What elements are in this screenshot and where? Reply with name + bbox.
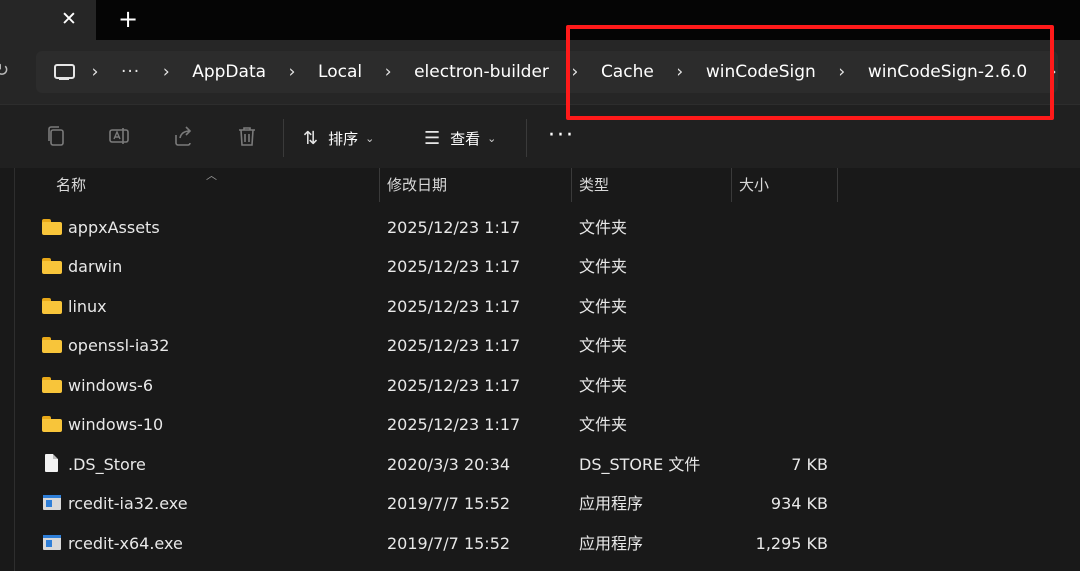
file-date: 2025/12/23 1:17: [387, 376, 521, 395]
delete-icon[interactable]: [236, 125, 258, 147]
chevron-right-icon[interactable]: ›: [146, 62, 186, 82]
chevron-right-icon[interactable]: ›: [75, 62, 115, 82]
sort-label: 排序: [328, 129, 359, 148]
column-header-name[interactable]: 名称: [56, 168, 86, 202]
column-resize-handle[interactable]: [731, 168, 732, 202]
file-name: .DS_Store: [68, 455, 146, 474]
folder-icon: [42, 337, 62, 353]
chevron-right-icon[interactable]: ›: [272, 62, 312, 82]
file-size: [736, 405, 828, 444]
view-label: 查看: [450, 129, 481, 148]
column-header-type[interactable]: 类型: [579, 168, 609, 202]
file-type: 文件夹: [579, 376, 628, 395]
new-tab-icon[interactable]: +: [116, 6, 140, 32]
file-row[interactable]: rcedit-ia32.exe 2019/7/7 15:52 应用程序 934 …: [0, 484, 1080, 523]
chevron-down-icon: ⌄: [365, 131, 375, 145]
breadcrumb-overflow[interactable]: ···: [115, 62, 146, 82]
view-list-icon: ☰: [424, 127, 441, 149]
file-date: 2019/7/7 15:52: [387, 534, 511, 553]
file-type: 文件夹: [579, 218, 628, 237]
column-resize-handle[interactable]: [837, 168, 838, 202]
file-row[interactable]: windows-10 2025/12/23 1:17 文件夹: [0, 405, 1080, 444]
exe-icon: [42, 495, 62, 511]
file-row[interactable]: darwin 2025/12/23 1:17 文件夹: [0, 247, 1080, 286]
file-type: 应用程序: [579, 494, 644, 513]
file-date: 2025/12/23 1:17: [387, 336, 521, 355]
exe-icon: [42, 535, 62, 551]
column-header-date[interactable]: 修改日期: [387, 168, 447, 202]
file-size: [736, 208, 828, 247]
file-date: 2025/12/23 1:17: [387, 257, 521, 276]
close-tab-icon[interactable]: ✕: [58, 7, 80, 31]
file-date: 2020/3/3 20:34: [387, 455, 511, 474]
file-date: 2025/12/23 1:17: [387, 415, 521, 434]
column-resize-handle[interactable]: [379, 168, 380, 202]
file-type: 文件夹: [579, 336, 628, 355]
more-options-button[interactable]: ···: [548, 125, 575, 147]
folder-icon: [42, 258, 62, 274]
refresh-icon[interactable]: ↻: [0, 60, 9, 81]
column-header-size[interactable]: 大小: [739, 168, 769, 202]
file-size: 7 KB: [791, 455, 828, 474]
file-row[interactable]: openssl-ia32 2025/12/23 1:17 文件夹: [0, 326, 1080, 365]
chevron-right-icon[interactable]: ›: [368, 62, 408, 82]
file-size: 934 KB: [770, 494, 828, 513]
file-row[interactable]: .DS_Store 2020/3/3 20:34 DS_STORE 文件 7 K…: [0, 445, 1080, 484]
folder-icon: [42, 377, 62, 393]
active-tab[interactable]: ✕: [0, 0, 96, 40]
breadcrumb-electron-builder[interactable]: electron-builder: [408, 62, 555, 82]
file-row[interactable]: rcedit-x64.exe 2019/7/7 15:52 应用程序 1,295…: [0, 524, 1080, 563]
file-type: DS_STORE 文件: [579, 455, 701, 474]
file-size: [736, 366, 828, 405]
rename-icon[interactable]: [108, 125, 130, 147]
file-name: rcedit-ia32.exe: [68, 494, 188, 513]
view-button[interactable]: ☰ 查看 ⌄: [424, 119, 496, 157]
file-name: linux: [68, 297, 107, 316]
file-list: 名称 ︿ 修改日期 类型 大小 appxAssets 2025/12/23 1:…: [0, 168, 1080, 571]
file-name: darwin: [68, 257, 123, 276]
file-name: windows-6: [68, 376, 153, 395]
file-size: 1,295 KB: [755, 534, 828, 553]
file-icon: [42, 454, 62, 472]
sort-ascending-icon: ︿: [206, 169, 217, 182]
file-type: 文件夹: [579, 257, 628, 276]
chevron-down-icon: ⌄: [487, 131, 497, 145]
sort-icon: ⇅: [303, 127, 319, 149]
file-type: 应用程序: [579, 534, 644, 553]
file-name: rcedit-x64.exe: [68, 534, 183, 553]
toolbar-divider: [283, 119, 284, 157]
file-name: openssl-ia32: [68, 336, 170, 355]
file-date: 2025/12/23 1:17: [387, 297, 521, 316]
file-size: [736, 247, 828, 286]
column-header-row: 名称 ︿ 修改日期 类型 大小: [0, 168, 1080, 202]
file-row[interactable]: windows-6 2025/12/23 1:17 文件夹: [0, 366, 1080, 405]
toolbar-divider: [526, 119, 527, 157]
breadcrumb-local[interactable]: Local: [312, 62, 368, 82]
file-row[interactable]: appxAssets 2025/12/23 1:17 文件夹: [0, 208, 1080, 247]
file-name: appxAssets: [68, 218, 160, 237]
sort-button[interactable]: ⇅ 排序 ⌄: [303, 119, 374, 157]
folder-icon: [42, 416, 62, 432]
file-name: windows-10: [68, 415, 164, 434]
folder-icon: [42, 298, 62, 314]
file-type: 文件夹: [579, 297, 628, 316]
copy-icon[interactable]: [45, 125, 67, 147]
file-date: 2025/12/23 1:17: [387, 218, 521, 237]
file-row[interactable]: linux 2025/12/23 1:17 文件夹: [0, 287, 1080, 326]
file-type: 文件夹: [579, 415, 628, 434]
folder-icon: [42, 219, 62, 235]
file-date: 2019/7/7 15:52: [387, 494, 511, 513]
column-resize-handle[interactable]: [571, 168, 572, 202]
file-size: [736, 326, 828, 365]
file-size: [736, 287, 828, 326]
this-pc-icon[interactable]: [53, 63, 75, 81]
share-icon[interactable]: [172, 125, 194, 147]
highlight-annotation-box: [566, 25, 1054, 120]
breadcrumb-appdata[interactable]: AppData: [186, 62, 272, 82]
